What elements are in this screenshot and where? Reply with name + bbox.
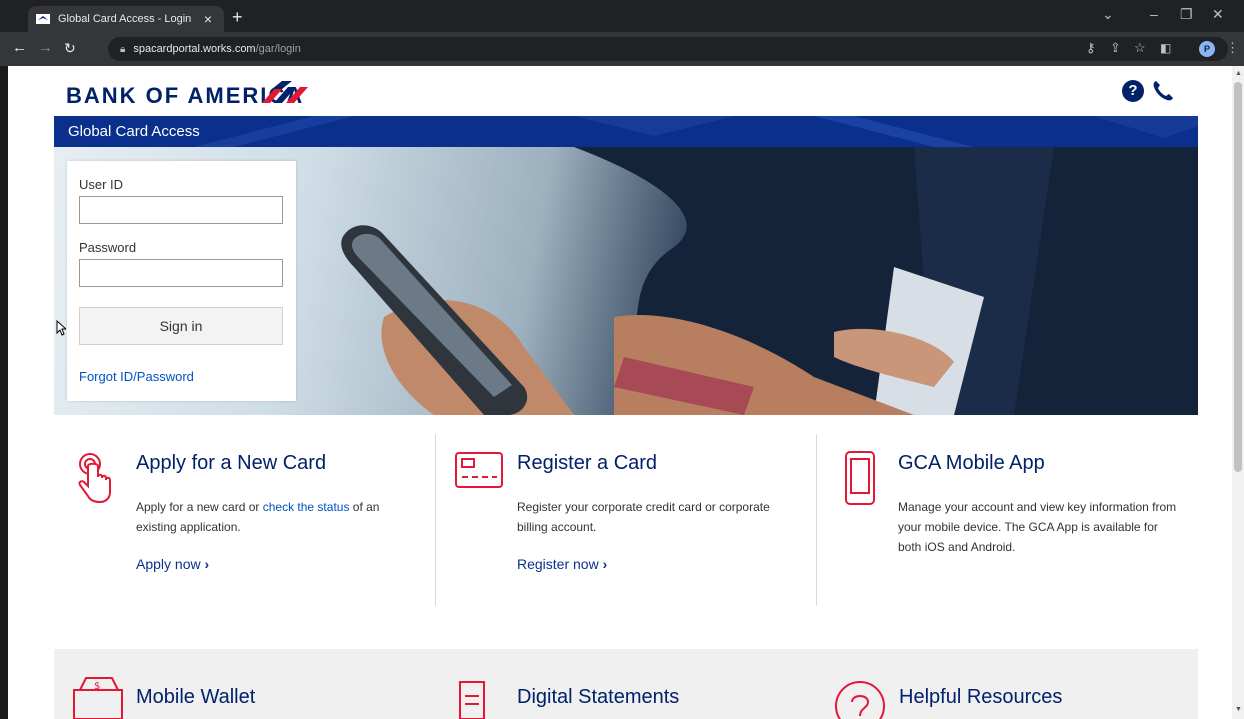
- url-host: spacardportal.works.com: [133, 43, 256, 55]
- bofa-favicon-icon: [36, 14, 50, 24]
- apply-now-link[interactable]: Apply now ›: [136, 556, 209, 572]
- sidebar-icon[interactable]: ◧: [1160, 41, 1171, 55]
- feature-description: Manage your account and view key informa…: [898, 500, 1177, 554]
- reload-icon[interactable]: ↻: [64, 40, 76, 56]
- left-window-edge: [0, 66, 8, 719]
- tab-title: Global Card Access - Login: [58, 13, 192, 25]
- digital-statements-title[interactable]: Digital Statements: [517, 686, 679, 709]
- svg-text:$: $: [94, 681, 100, 692]
- tab-search-icon[interactable]: ⌄: [1102, 6, 1114, 23]
- star-icon[interactable]: ☆: [1134, 41, 1146, 55]
- share-icon[interactable]: ⇪: [1110, 41, 1121, 55]
- url-path: /gar/login: [255, 43, 301, 55]
- feature-title[interactable]: Apply for a New Card: [136, 452, 326, 475]
- site-header: BANK OF AMERICA ?: [8, 66, 1232, 116]
- apply-now-label: Apply now: [136, 556, 201, 572]
- feature-description: Apply for a new card or check the status…: [136, 497, 416, 537]
- wallet-icon: $: [73, 677, 123, 719]
- browser-toolbar: ← → ↻ 🔒︎ spacardportal.works.com/gar/log…: [0, 32, 1244, 66]
- browser-tab-bar: Global Card Access - Login × + ⌄ – ❐ ✕: [0, 0, 1244, 32]
- password-input[interactable]: [79, 259, 283, 287]
- close-window-icon[interactable]: ✕: [1212, 6, 1224, 23]
- mobile-wallet-title[interactable]: Mobile Wallet: [136, 686, 255, 709]
- password-label: Password: [79, 240, 137, 255]
- help-icon[interactable]: ?: [1122, 80, 1144, 102]
- feature-apply-card: Apply for a New Card Apply for a new car…: [54, 434, 435, 606]
- new-tab-button[interactable]: +: [232, 8, 243, 26]
- chevron-right-icon: ›: [602, 556, 608, 572]
- menu-icon[interactable]: ⋮: [1226, 41, 1239, 55]
- login-form: User ID Password Sign in Forgot ID/Passw…: [67, 161, 296, 401]
- tap-finger-icon: [78, 453, 111, 504]
- brand-flag-icon: [262, 81, 308, 103]
- page-scrollbar[interactable]: ▲ ▼: [1232, 66, 1244, 719]
- feature-title[interactable]: GCA Mobile App: [898, 452, 1045, 475]
- tab-close-icon[interactable]: ×: [200, 11, 216, 27]
- check-status-link[interactable]: check the status: [263, 500, 350, 514]
- user-id-label: User ID: [79, 177, 124, 192]
- browser-tab[interactable]: Global Card Access - Login ×: [28, 6, 224, 32]
- global-card-access-banner: Global Card Access: [54, 116, 1198, 147]
- address-bar[interactable]: 🔒︎ spacardportal.works.com/gar/login: [108, 37, 1228, 61]
- mouse-cursor-icon: [56, 320, 66, 336]
- scroll-up-icon[interactable]: ▲: [1235, 70, 1242, 77]
- feature-description: Register your corporate credit card or c…: [517, 500, 770, 534]
- sign-in-button[interactable]: Sign in: [79, 307, 283, 345]
- lock-icon[interactable]: 🔒︎: [120, 44, 125, 55]
- back-icon[interactable]: ←: [12, 40, 27, 56]
- page-title: Global Card Access: [68, 123, 200, 140]
- helpful-resources-title[interactable]: Helpful Resources: [899, 686, 1062, 709]
- banner-decoration: [194, 116, 1198, 147]
- scroll-thumb[interactable]: [1234, 82, 1242, 472]
- register-now-label: Register now: [517, 556, 599, 572]
- minimize-icon[interactable]: –: [1150, 6, 1158, 22]
- feature-title[interactable]: Register a Card: [517, 452, 657, 475]
- phone-icon[interactable]: [1151, 79, 1175, 103]
- credit-card-icon: [455, 452, 503, 488]
- feature-mobile-app: GCA Mobile App Manage your account and v…: [816, 434, 1197, 606]
- document-icon: [459, 681, 485, 719]
- forward-icon[interactable]: →: [38, 40, 53, 56]
- desc-text: Apply for a new card or: [136, 500, 263, 514]
- feature-register-card: Register a Card Register your corporate …: [435, 434, 816, 606]
- restore-icon[interactable]: ❐: [1180, 6, 1193, 23]
- scroll-down-icon[interactable]: ▼: [1235, 706, 1242, 713]
- profile-avatar[interactable]: P: [1199, 41, 1215, 57]
- question-circle-icon: [835, 681, 885, 719]
- forgot-id-password-link[interactable]: Forgot ID/Password: [79, 369, 194, 384]
- key-icon[interactable]: ⚷: [1086, 41, 1096, 55]
- register-now-link[interactable]: Register now ›: [517, 556, 607, 572]
- mobile-phone-icon: [845, 451, 875, 505]
- chevron-right-icon: ›: [204, 556, 210, 572]
- user-id-input[interactable]: [79, 196, 283, 224]
